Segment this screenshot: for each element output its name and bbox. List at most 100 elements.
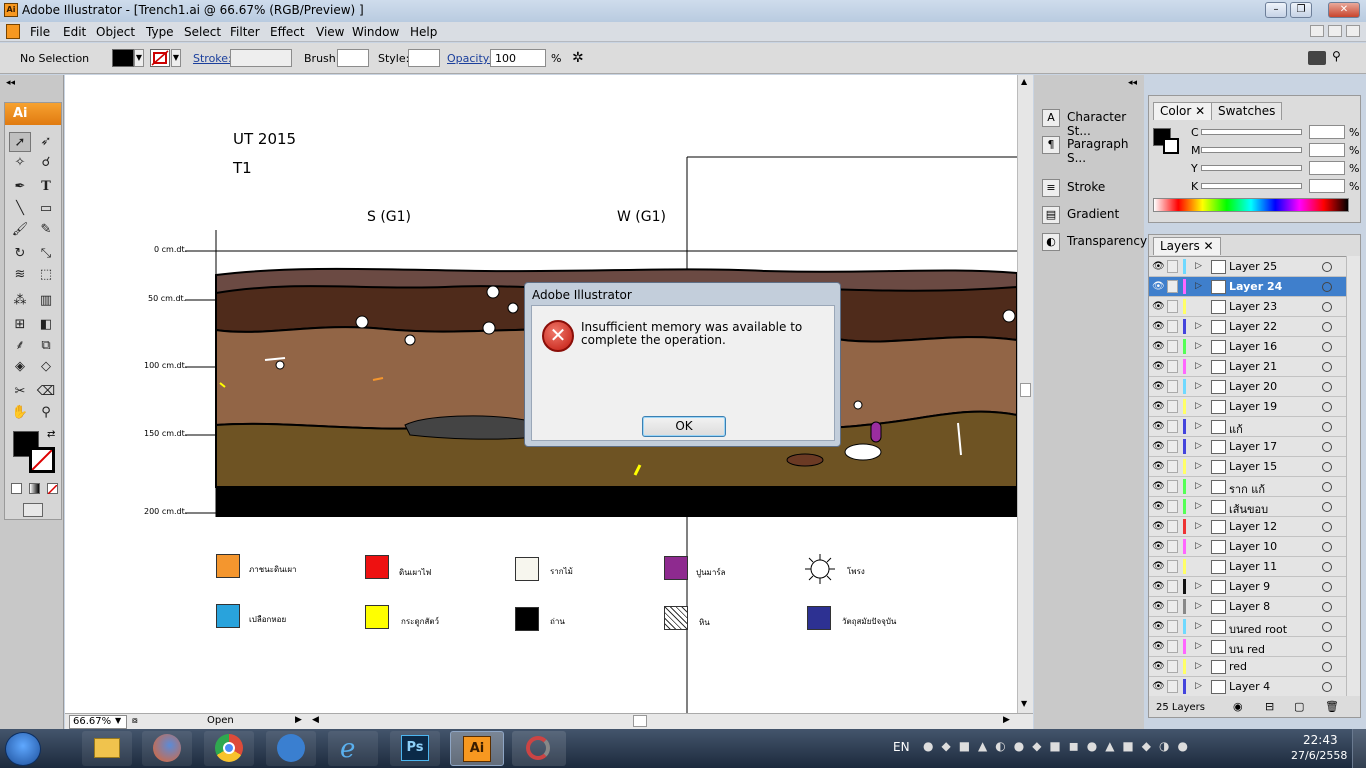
lock-toggle[interactable] [1167, 620, 1178, 633]
warp-tool-icon[interactable]: ≋ [9, 265, 31, 285]
new-sublayer-icon[interactable]: ⊟ [1265, 700, 1274, 713]
layer-name[interactable]: Layer 10 [1229, 540, 1277, 553]
lock-toggle[interactable] [1167, 280, 1178, 293]
scroll-thumb[interactable] [1020, 383, 1031, 397]
menu-edit[interactable]: Edit [63, 25, 86, 39]
lock-toggle[interactable] [1167, 300, 1178, 313]
eye-icon[interactable]: 👁 [1152, 501, 1165, 512]
line-tool-icon[interactable]: ╲ [9, 199, 31, 219]
expand-triangle-icon[interactable]: ▷ [1195, 341, 1202, 351]
expand-triangle-icon[interactable]: ▷ [1195, 481, 1202, 491]
transparency-panel-button[interactable]: ◐ Transparency [1038, 229, 1147, 255]
target-circle-icon[interactable] [1322, 362, 1332, 372]
layer-name[interactable]: Layer 25 [1229, 260, 1277, 273]
target-circle-icon[interactable] [1322, 422, 1332, 432]
pen-tool-icon[interactable]: ✒ [9, 177, 31, 197]
tab-layers[interactable]: Layers ✕ [1153, 237, 1221, 255]
layer-row[interactable]: 👁 ▷ Layer 9 [1149, 577, 1346, 597]
make-clipping-mask-icon[interactable]: ◉ [1233, 700, 1243, 713]
recolor-icon[interactable]: ✲ [572, 50, 584, 66]
layer-row[interactable]: 👁 ▷ Layer 8 [1149, 597, 1346, 617]
layer-row[interactable]: 👁 ▷ แก้ [1149, 417, 1346, 437]
layer-row[interactable]: 👁 ▷ Layer 22 [1149, 317, 1346, 337]
layer-name[interactable]: Layer 21 [1229, 360, 1277, 373]
tab-swatches[interactable]: Swatches [1211, 102, 1283, 120]
lock-toggle[interactable] [1167, 560, 1178, 573]
screen-mode-button[interactable] [23, 503, 43, 517]
magic-wand-tool-icon[interactable]: ✧ [9, 153, 31, 173]
expand-triangle-icon[interactable]: ▷ [1195, 661, 1202, 671]
target-circle-icon[interactable] [1322, 562, 1332, 572]
expand-triangle-icon[interactable]: ▷ [1195, 281, 1202, 291]
opacity-label[interactable]: Opacity: [447, 52, 492, 65]
lock-toggle[interactable] [1167, 380, 1178, 393]
explorer-taskbar-button[interactable] [82, 731, 132, 766]
eraser-tool-icon[interactable]: ⌫ [35, 382, 57, 402]
layer-row[interactable]: 👁 ▷ Layer 24 [1149, 277, 1346, 297]
layer-name[interactable]: Layer 16 [1229, 340, 1277, 353]
layer-name[interactable]: Layer 19 [1229, 400, 1277, 413]
lock-toggle[interactable] [1167, 680, 1178, 693]
scroll-up-icon[interactable]: ▲ [1021, 77, 1027, 86]
lock-toggle[interactable] [1167, 500, 1178, 513]
brush-picker[interactable] [337, 49, 369, 67]
eye-icon[interactable]: 👁 [1152, 541, 1165, 552]
eye-icon[interactable]: 👁 [1152, 321, 1165, 332]
status-text[interactable]: Open [207, 715, 234, 726]
layer-row[interactable]: 👁 ▷ ราก แก้ [1149, 477, 1346, 497]
gradient-panel-button[interactable]: ▤ Gradient [1038, 202, 1140, 228]
clock-date[interactable]: 27/6/2558 [1291, 749, 1347, 762]
black-slider[interactable] [1201, 183, 1302, 189]
menu-type[interactable]: Type [146, 25, 174, 39]
magenta-input[interactable] [1309, 143, 1345, 157]
cyan-input[interactable] [1309, 125, 1345, 139]
layer-row[interactable]: 👁 ▷ Layer 25 [1149, 257, 1346, 277]
fill-dropdown[interactable]: ▼ [134, 49, 144, 67]
stroke-label[interactable]: Stroke: [193, 52, 232, 65]
eye-icon[interactable]: 👁 [1152, 361, 1165, 372]
expand-triangle-icon[interactable]: ▷ [1195, 461, 1202, 471]
expand-triangle-icon[interactable]: ▷ [1195, 601, 1202, 611]
lasso-tool-icon[interactable]: ☌ [35, 153, 57, 173]
layer-name[interactable]: Layer 23 [1229, 300, 1277, 313]
stroke-dropdown[interactable]: ▼ [171, 49, 181, 67]
tab-color[interactable]: Color ✕ [1153, 102, 1213, 120]
target-circle-icon[interactable] [1322, 602, 1332, 612]
pencil-tool-icon[interactable]: ✎ [35, 220, 57, 240]
messenger-taskbar-button[interactable] [266, 731, 316, 766]
eye-icon[interactable]: 👁 [1152, 281, 1165, 292]
layer-name[interactable]: Layer 9 [1229, 580, 1270, 593]
style-picker[interactable] [408, 49, 440, 67]
menu-file[interactable]: File [30, 25, 50, 39]
selection-tool-icon[interactable]: ➚ [9, 132, 31, 152]
zoom-dropdown-icon[interactable]: ▼ [115, 716, 121, 725]
eye-icon[interactable]: 👁 [1152, 461, 1165, 472]
eye-icon[interactable]: 👁 [1152, 561, 1165, 572]
layers-scrollbar[interactable] [1346, 256, 1360, 696]
scroll-right-icon[interactable]: ▶ [1003, 715, 1010, 725]
layer-name[interactable]: บนred root [1229, 620, 1287, 638]
expand-triangle-icon[interactable]: ▷ [1195, 581, 1202, 591]
eye-icon[interactable]: 👁 [1152, 681, 1165, 692]
eye-icon[interactable]: 👁 [1152, 441, 1165, 452]
eye-icon[interactable]: 👁 [1152, 421, 1165, 432]
status-menu-icon[interactable]: ▶ [295, 715, 302, 725]
search-icon[interactable]: ⚲ [1332, 49, 1341, 63]
target-circle-icon[interactable] [1322, 642, 1332, 652]
bridge-icon[interactable] [1308, 51, 1326, 65]
ie-taskbar-button[interactable]: e [328, 731, 378, 766]
expand-triangle-icon[interactable]: ▷ [1195, 421, 1202, 431]
layer-name[interactable]: Layer 11 [1229, 560, 1277, 573]
eye-icon[interactable]: 👁 [1152, 301, 1165, 312]
menu-window[interactable]: Window [352, 25, 399, 39]
target-circle-icon[interactable] [1322, 282, 1332, 292]
symbol-sprayer-tool-icon[interactable]: ⁂ [9, 291, 31, 311]
ok-button[interactable]: OK [642, 416, 726, 437]
eye-icon[interactable]: 👁 [1152, 341, 1165, 352]
layer-row[interactable]: 👁 ▷ บน red [1149, 637, 1346, 657]
layer-row[interactable]: 👁 ▷ Layer 16 [1149, 337, 1346, 357]
lock-toggle[interactable] [1167, 440, 1178, 453]
stroke-color-box[interactable] [29, 447, 55, 473]
mesh-tool-icon[interactable]: ⊞ [9, 315, 31, 335]
start-button[interactable] [5, 732, 41, 766]
